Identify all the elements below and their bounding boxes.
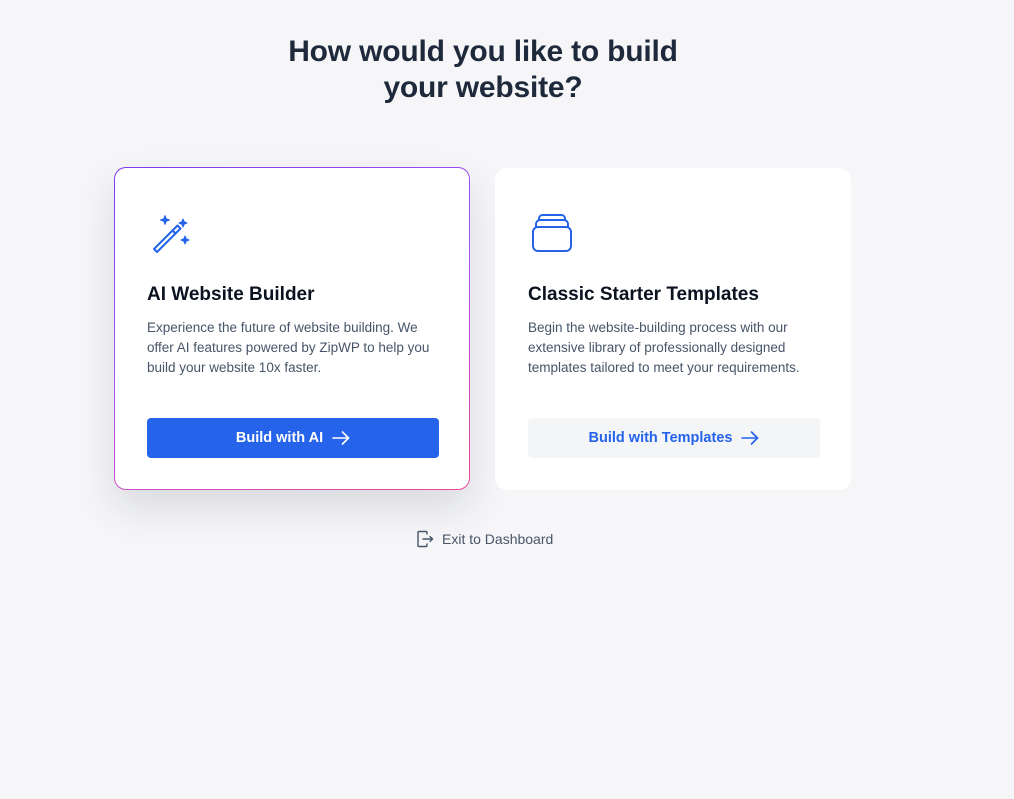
ai-website-builder-card[interactable]: AI Website Builder Experience the future… <box>114 167 470 490</box>
templates-card-title: Classic Starter Templates <box>528 284 759 305</box>
stacked-layers-icon <box>532 214 572 252</box>
arrow-right-icon <box>741 431 759 445</box>
exit-door-icon <box>417 530 434 548</box>
page-title-line-2: your website? <box>383 71 583 104</box>
page-title-line-1: How would you like to build <box>288 35 678 68</box>
ai-card-description: Experience the future of website buildin… <box>147 320 430 375</box>
arrow-right-icon <box>332 431 350 445</box>
templates-card-description: Begin the website-building process with … <box>528 320 800 375</box>
magic-wand-icon <box>153 215 190 253</box>
onboarding-page: How would you like to build your website… <box>0 0 1014 799</box>
ai-card-title: AI Website Builder <box>147 284 315 305</box>
exit-to-dashboard-label: Exit to Dashboard <box>442 531 554 547</box>
build-with-ai-button[interactable]: Build with AI <box>147 418 439 458</box>
build-with-ai-label: Build with AI <box>235 430 324 446</box>
build-with-templates-button[interactable]: Build with Templates <box>528 418 820 458</box>
classic-starter-templates-card[interactable]: Classic Starter Templates Begin the webs… <box>495 168 851 490</box>
build-with-templates-label: Build with Templates <box>588 430 733 446</box>
page-title: How would you like to build your website… <box>0 34 966 106</box>
exit-to-dashboard-link[interactable]: Exit to Dashboard <box>416 530 553 548</box>
